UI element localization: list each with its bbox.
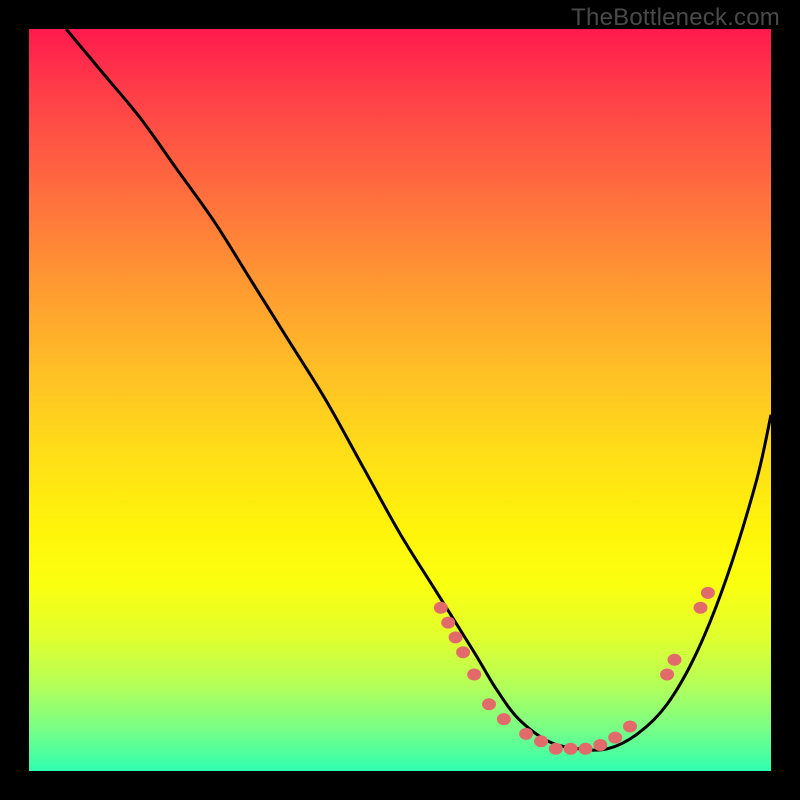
- curve-markers: [434, 587, 715, 755]
- watermark-text: TheBottleneck.com: [571, 4, 780, 32]
- curve-marker: [608, 732, 622, 744]
- curve-marker: [623, 721, 637, 733]
- curve-marker: [564, 743, 578, 755]
- curve-marker: [534, 735, 548, 747]
- chart-svg: [29, 29, 771, 771]
- curve-marker: [668, 654, 682, 666]
- bottleneck-curve: [66, 29, 771, 750]
- curve-marker: [694, 602, 708, 614]
- curve-marker: [467, 669, 481, 681]
- curve-marker: [593, 739, 607, 751]
- curve-marker: [660, 669, 674, 681]
- curve-marker: [456, 646, 470, 658]
- curve-marker: [482, 698, 496, 710]
- curve-marker: [434, 602, 448, 614]
- chart-frame: [29, 29, 771, 771]
- curve-marker: [449, 631, 463, 643]
- curve-marker: [701, 587, 715, 599]
- curve-marker: [497, 713, 511, 725]
- curve-marker: [549, 743, 563, 755]
- curve-marker: [441, 617, 455, 629]
- curve-marker: [579, 743, 593, 755]
- curve-marker: [519, 728, 533, 740]
